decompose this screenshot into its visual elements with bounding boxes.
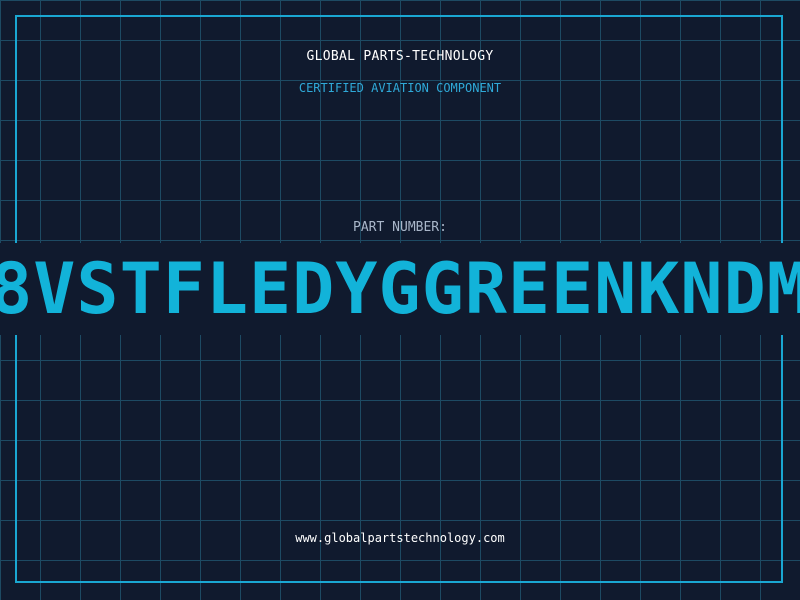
certification-subtitle: CERTIFIED AVIATION COMPONENT bbox=[298, 81, 502, 95]
part-number-value: 8VSTFLEDYGGREENKNDM bbox=[0, 248, 800, 330]
part-number-label: PART NUMBER: bbox=[353, 220, 447, 235]
certificate-page: GLOBAL PARTS-TECHNOLOGY CERTIFIED AVIATI… bbox=[0, 0, 800, 600]
company-name: GLOBAL PARTS-TECHNOLOGY bbox=[306, 49, 494, 64]
website-url: www.globalpartstechnology.com bbox=[295, 531, 505, 545]
part-number-band: 8VSTFLEDYGGREENKNDM bbox=[0, 243, 800, 335]
